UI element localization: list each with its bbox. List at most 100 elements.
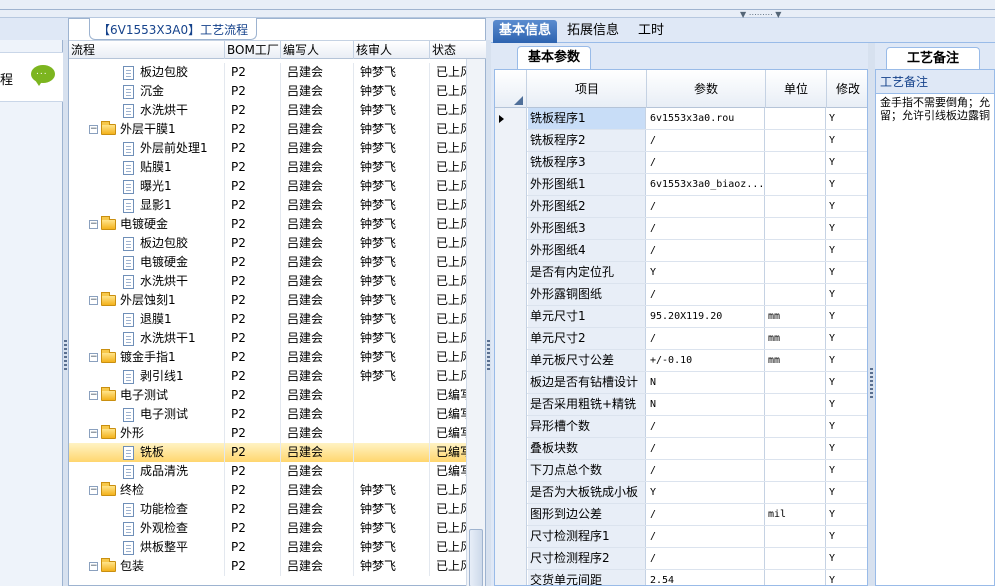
grid-row[interactable]: 图形到边公差 / mil Y — [495, 504, 867, 526]
tree-node[interactable]: 板边包胶 — [123, 63, 225, 82]
collapse-icon[interactable]: − — [89, 220, 98, 229]
collapse-icon[interactable]: − — [89, 429, 98, 438]
grid-col-item[interactable]: 项目 — [528, 70, 647, 108]
tree-row[interactable]: 板边包胶 P2 吕建会 钟梦飞 已上风 — [69, 63, 467, 82]
grid-cell-unit[interactable] — [766, 218, 826, 239]
grid-cell-unit[interactable] — [766, 526, 826, 547]
grid-col-modify[interactable]: 修改 — [827, 70, 867, 108]
grid-cell-unit[interactable] — [766, 416, 826, 437]
grid-cell-item[interactable]: 是否为大板铣成小板 — [528, 482, 646, 503]
grid-cell-item[interactable]: 下刀点总个数 — [528, 460, 646, 481]
tree-node[interactable]: 电子测试 — [123, 405, 225, 424]
tree-node[interactable]: − 镀金手指1 — [89, 348, 225, 367]
right-splitter[interactable] — [868, 43, 875, 586]
grid-cell-item[interactable]: 板边是否有钻槽设计 — [528, 372, 646, 393]
tree-row[interactable]: 铣板 P2 吕建会 已编写 — [69, 443, 467, 462]
grid-cell-modify[interactable]: Y — [827, 262, 867, 283]
tree-node[interactable]: 贴膜1 — [123, 158, 225, 177]
tree-row[interactable]: 电子测试 P2 吕建会 已编写 — [69, 405, 467, 424]
tree-row[interactable]: − 电子测试 P2 吕建会 已编写 — [69, 386, 467, 405]
tree-row[interactable]: 贴膜1 P2 吕建会 钟梦飞 已上风 — [69, 158, 467, 177]
grid-cell-value[interactable]: / — [647, 196, 765, 217]
grid-cell-modify[interactable]: Y — [827, 394, 867, 415]
tree-node[interactable]: − 外层干膜1 — [89, 120, 225, 139]
tree-row[interactable]: 显影1 P2 吕建会 钟梦飞 已上风 — [69, 196, 467, 215]
grid-cell-unit[interactable] — [766, 130, 826, 151]
tree-node[interactable]: 退膜1 — [123, 310, 225, 329]
grid-row[interactable]: 外形图纸1 6v1553x3a0_biaoz... Y — [495, 174, 867, 196]
row-indicator[interactable] — [495, 460, 527, 482]
collapse-icon[interactable]: − — [89, 125, 98, 134]
grid-cell-modify[interactable]: Y — [827, 152, 867, 173]
row-indicator[interactable] — [495, 284, 527, 306]
grid-cell-unit[interactable] — [766, 284, 826, 305]
grid-cell-unit[interactable] — [766, 570, 826, 585]
tree-row[interactable]: − 外层蚀刻1 P2 吕建会 钟梦飞 已上风 — [69, 291, 467, 310]
grid-col-unit[interactable]: 单位 — [766, 70, 827, 108]
tree-node[interactable]: 水洗烘干1 — [123, 329, 225, 348]
tab-extended-info[interactable]: 拓展信息 — [561, 20, 625, 43]
row-indicator[interactable] — [495, 218, 527, 240]
tree-row[interactable]: − 外形 P2 吕建会 已编写 — [69, 424, 467, 443]
grid-cell-unit[interactable] — [766, 438, 826, 459]
tree-row[interactable]: 退膜1 P2 吕建会 钟梦飞 已上风 — [69, 310, 467, 329]
grid-cell-item[interactable]: 铣板程序3 — [528, 152, 646, 173]
grid-cell-item[interactable]: 交货单元间距 — [528, 570, 646, 585]
tab-work-hours[interactable]: 工时 — [632, 20, 670, 43]
grid-row[interactable]: 尺寸检测程序1/ Y — [495, 526, 867, 548]
tree-col-status[interactable]: 状态 — [430, 41, 487, 59]
grid-cell-item[interactable]: 尺寸检测程序1 — [528, 526, 646, 547]
tree-row[interactable]: − 外层干膜1 P2 吕建会 钟梦飞 已上风 — [69, 120, 467, 139]
grid-cell-value[interactable]: / — [647, 416, 765, 437]
grid-row[interactable]: 叠板块数 / Y — [495, 438, 867, 460]
row-indicator[interactable] — [495, 130, 527, 152]
row-indicator[interactable] — [495, 482, 527, 504]
grid-cell-value[interactable]: Y — [647, 482, 765, 503]
grid-cell-unit[interactable] — [766, 482, 826, 503]
grid-cell-unit[interactable] — [766, 394, 826, 415]
tree-row[interactable]: 成品清洗 P2 吕建会 已编写 — [69, 462, 467, 481]
tree-row[interactable]: 外观检查 P2 吕建会 钟梦飞 已上风 — [69, 519, 467, 538]
grid-cell-item[interactable]: 单元尺寸2 — [528, 328, 646, 349]
grid-row[interactable]: 铣板程序3/ Y — [495, 152, 867, 174]
grid-cell-unit[interactable] — [766, 196, 826, 217]
tree-node[interactable]: 曝光1 — [123, 177, 225, 196]
tree-scroll-thumb[interactable] — [469, 529, 483, 586]
tree-node[interactable]: − 外形 — [89, 424, 225, 443]
grid-row[interactable]: 外形图纸4/ Y — [495, 240, 867, 262]
grid-cell-value[interactable]: / — [647, 240, 765, 261]
splitter-grip-icon[interactable] — [870, 368, 873, 398]
grid-cell-modify[interactable]: Y — [827, 240, 867, 261]
grid-cell-unit[interactable] — [766, 152, 826, 173]
row-indicator[interactable] — [495, 438, 527, 460]
tree-row[interactable]: − 包装 P2 吕建会 钟梦飞 已上风 — [69, 557, 467, 576]
row-indicator[interactable] — [495, 196, 527, 218]
tree-row[interactable]: 水洗烘干 P2 吕建会 钟梦飞 已上风 — [69, 272, 467, 291]
grid-cell-unit[interactable] — [766, 174, 826, 195]
collapse-icon[interactable]: − — [89, 562, 98, 571]
tree-row[interactable]: 水洗烘干1 P2 吕建会 钟梦飞 已上风 — [69, 329, 467, 348]
tree-row[interactable]: 烘板整平 P2 吕建会 钟梦飞 已上风 — [69, 538, 467, 557]
tree-node[interactable]: 外观检查 — [123, 519, 225, 538]
grid-row[interactable]: 是否采用粗铣+精铣 N Y — [495, 394, 867, 416]
grid-cell-modify[interactable]: Y — [827, 372, 867, 393]
tree-row[interactable]: − 电镀硬金 P2 吕建会 钟梦飞 已上风 — [69, 215, 467, 234]
tab-basic-info[interactable]: 基本信息 — [493, 20, 558, 43]
grid-cell-value[interactable]: / — [647, 548, 765, 569]
grid-cell-modify[interactable]: Y — [827, 306, 867, 327]
grid-cell-item[interactable]: 单元尺寸1 — [528, 306, 646, 327]
tree-col-bom[interactable]: BOM工厂 — [225, 41, 281, 59]
row-indicator[interactable] — [495, 306, 527, 328]
tree-row[interactable]: − 镀金手指1 P2 吕建会 钟梦飞 已上风 — [69, 348, 467, 367]
grid-cell-item[interactable]: 异形槽个数 — [528, 416, 646, 437]
tab-process-notes[interactable]: 工艺备注 — [886, 47, 981, 69]
row-indicator[interactable] — [495, 372, 527, 394]
grid-row[interactable]: 异形槽个数 / Y — [495, 416, 867, 438]
grid-row[interactable]: 铣板程序2/ Y — [495, 130, 867, 152]
tree-row[interactable]: 沉金 P2 吕建会 钟梦飞 已上风 — [69, 82, 467, 101]
tree-node[interactable]: 水洗烘干 — [123, 101, 225, 120]
grid-cell-modify[interactable]: Y — [827, 130, 867, 151]
tree-node[interactable]: − 包装 — [89, 557, 225, 576]
tree-node[interactable]: 剥引线1 — [123, 367, 225, 386]
grid-row[interactable]: 板边是否有钻槽设计 N Y — [495, 372, 867, 394]
